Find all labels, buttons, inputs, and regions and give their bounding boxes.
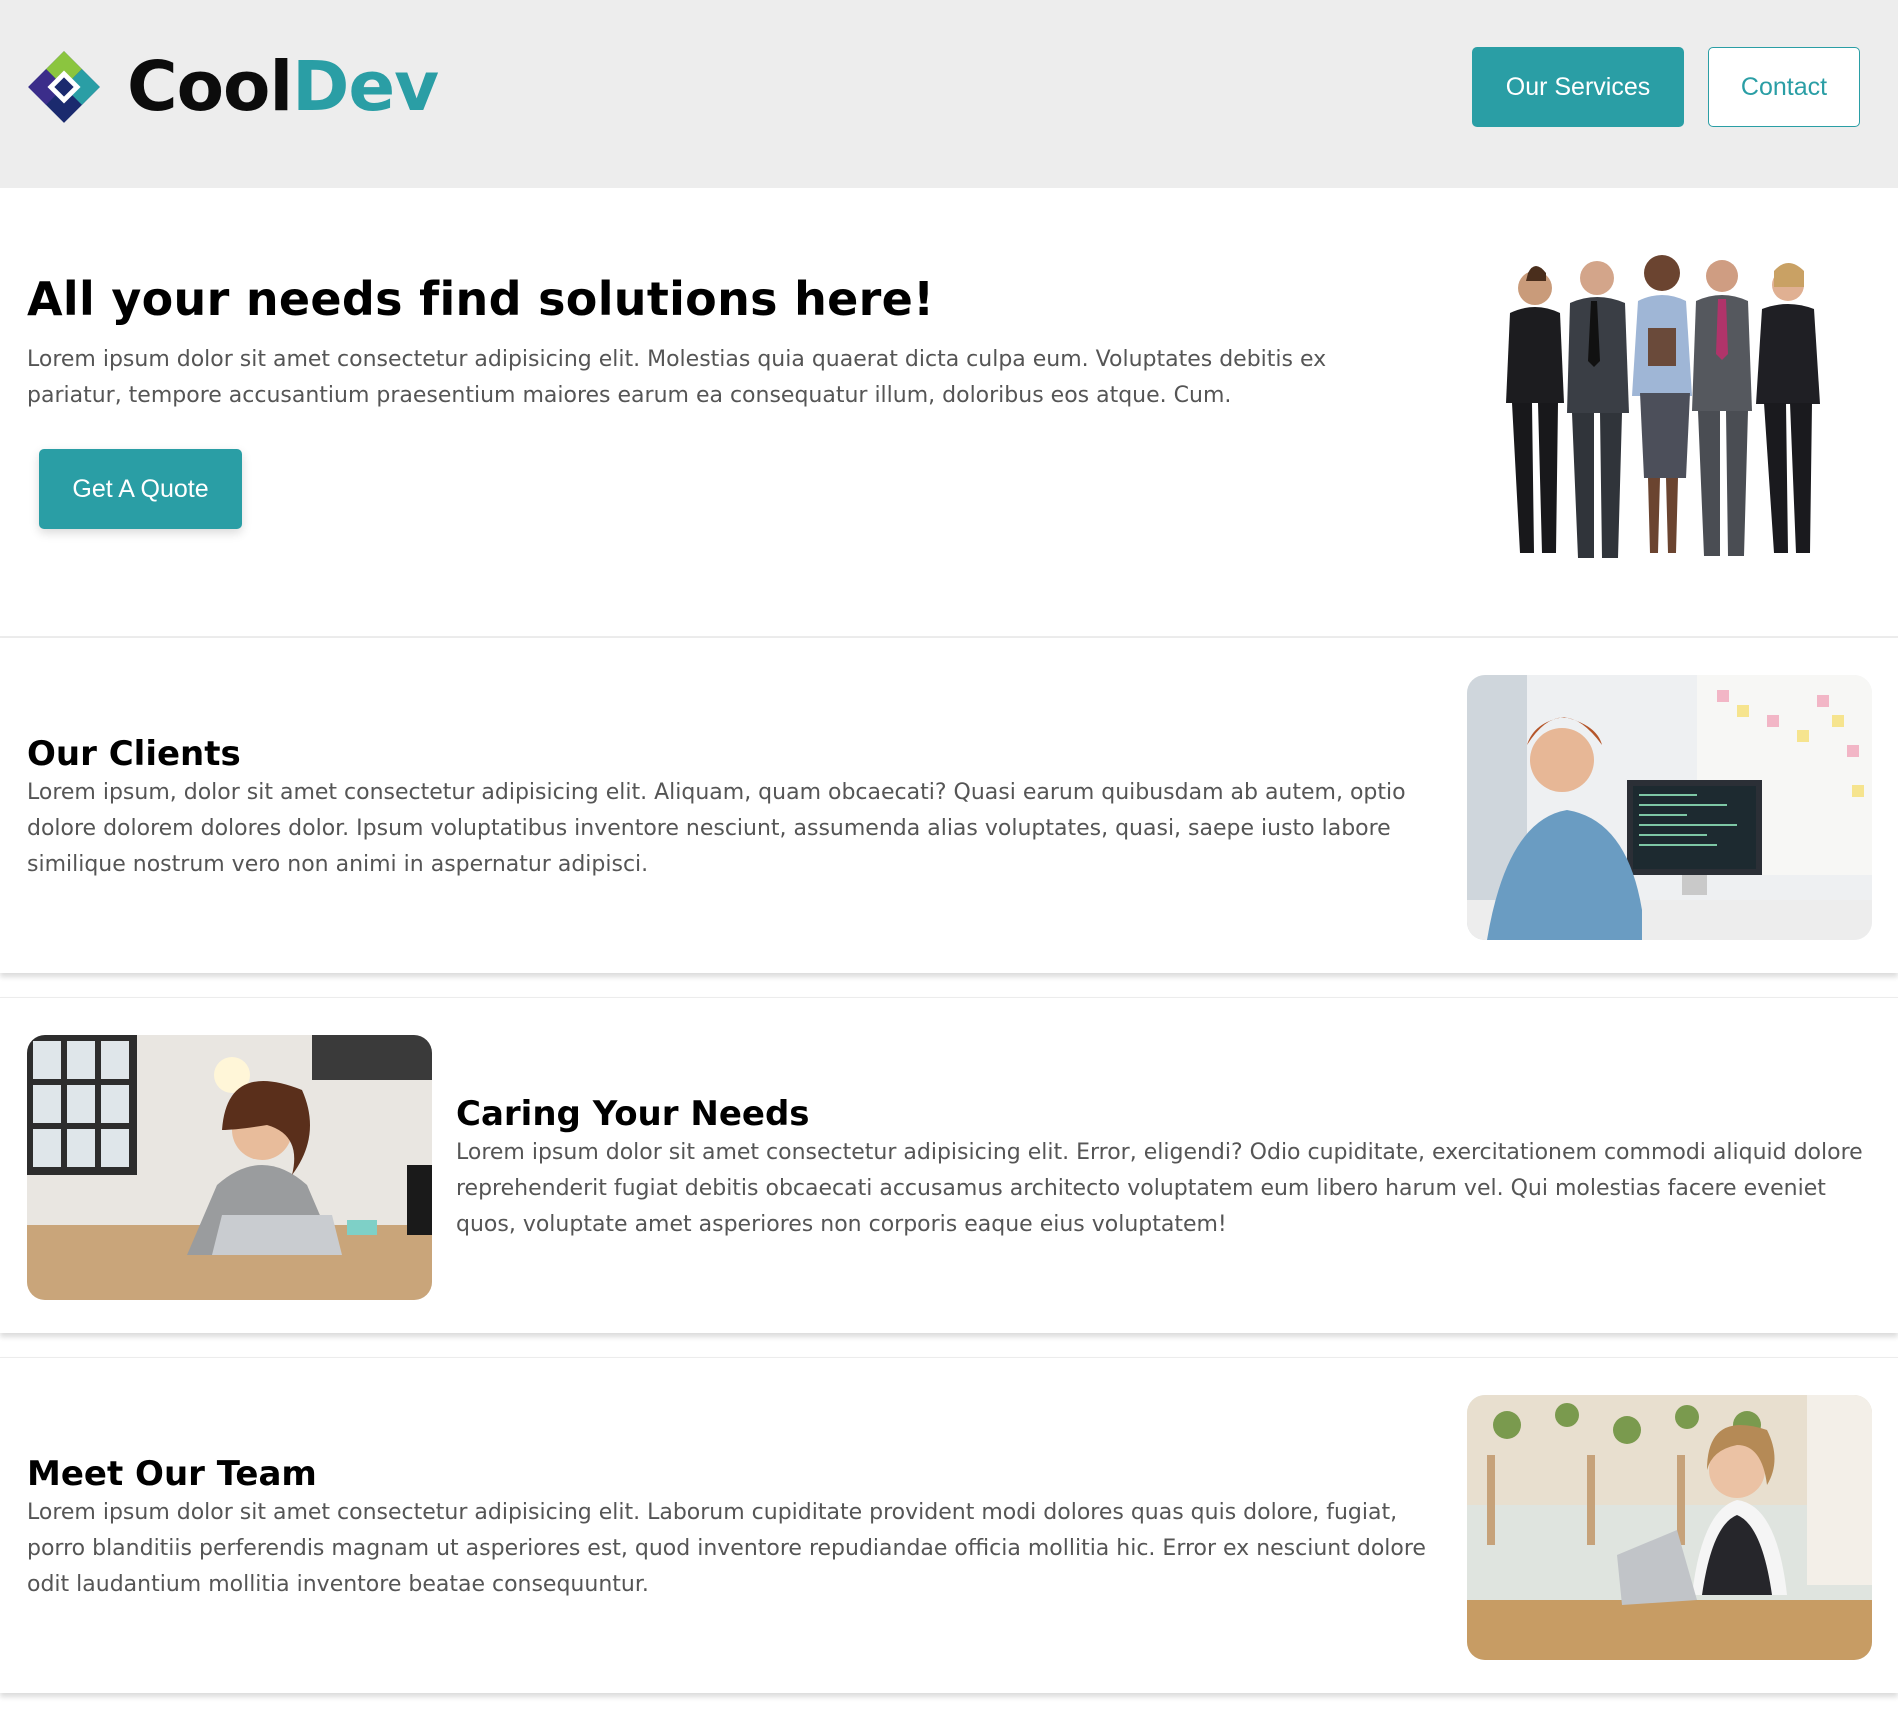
woman-with-laptop-image	[27, 1035, 432, 1300]
hero-title: All your needs find solutions here!	[27, 272, 935, 326]
contact-button[interactable]: Contact	[1708, 47, 1860, 127]
our-clients-title: Our Clients	[27, 734, 241, 774]
meet-our-team-section: Meet Our Team Lorem ipsum dolor sit amet…	[0, 1357, 1898, 1693]
site-header: CoolDev Our Services Contact	[0, 0, 1898, 188]
brand-name-cool: Cool	[127, 46, 293, 127]
our-services-button[interactable]: Our Services	[1472, 47, 1684, 127]
business-team-image	[1506, 255, 1820, 558]
developer-at-computer-image	[1467, 675, 1872, 940]
caring-your-needs-title: Caring Your Needs	[456, 1094, 810, 1134]
meet-our-team-title: Meet Our Team	[27, 1454, 317, 1494]
businesswoman-at-laptop-image	[1467, 1395, 1872, 1660]
header-nav: Our Services Contact	[1472, 47, 1860, 127]
brand-name-dev: Dev	[292, 46, 439, 127]
brand-logo[interactable]: CoolDev	[25, 48, 439, 126]
caring-your-needs-section: Caring Your Needs Lorem ipsum dolor sit …	[0, 997, 1898, 1333]
hero-section: All your needs find solutions here! Lore…	[0, 188, 1898, 638]
logo-icon	[28, 51, 100, 123]
brand-name: CoolDev	[127, 52, 439, 122]
meet-our-team-description: Lorem ipsum dolor sit amet consectetur a…	[27, 1500, 1426, 1597]
our-clients-section: Our Clients Lorem ipsum, dolor sit amet …	[0, 638, 1898, 973]
hero-description: Lorem ipsum dolor sit amet consectetur a…	[27, 347, 1327, 408]
get-a-quote-button[interactable]: Get A Quote	[39, 449, 242, 529]
caring-your-needs-description: Lorem ipsum dolor sit amet consectetur a…	[456, 1140, 1863, 1237]
our-clients-description: Lorem ipsum, dolor sit amet consectetur …	[27, 780, 1406, 877]
